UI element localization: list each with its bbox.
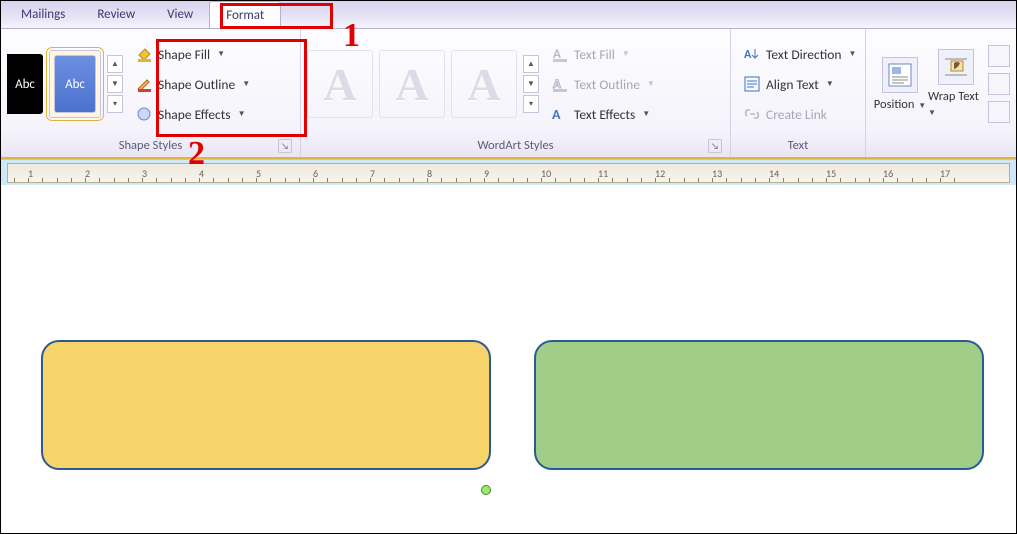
- text-effects-button[interactable]: A Text Effects ▼: [545, 101, 661, 127]
- shape-style-swatch-selected[interactable]: Abc: [49, 50, 101, 118]
- gallery-up-icon[interactable]: ▲: [107, 55, 123, 73]
- group-arrange: Position ▼ Wrap Text ▼: [866, 29, 1016, 157]
- position-icon: [882, 57, 918, 93]
- ruler-number: 11: [598, 167, 608, 180]
- tab-format[interactable]: Format: [209, 1, 281, 28]
- gallery-more-icon[interactable]: ▾: [107, 95, 123, 113]
- gallery-up-icon[interactable]: ▲: [523, 55, 539, 73]
- align-text-label: Align Text: [766, 76, 819, 93]
- wordart-swatch[interactable]: A: [451, 50, 517, 118]
- ruler-number: 14: [769, 167, 779, 180]
- ruler-number: 12: [655, 167, 665, 180]
- ruler-number: 17: [940, 167, 950, 180]
- chevron-down-icon: ▼: [217, 49, 225, 59]
- link-icon: [743, 105, 761, 123]
- shape-style-gallery[interactable]: Abc Abc ▲ ▼ ▾: [7, 50, 123, 118]
- pencil-icon: [135, 75, 153, 93]
- document-canvas[interactable]: [1, 185, 1016, 533]
- gallery-scroll: ▲ ▼ ▾: [523, 55, 539, 113]
- text-effects-label: Text Effects: [574, 106, 635, 123]
- wrap-text-button[interactable]: Wrap Text ▼: [928, 49, 984, 119]
- rotation-handle-icon[interactable]: [481, 485, 491, 495]
- text-outline-label: Text Outline: [574, 76, 640, 93]
- text-outline-button[interactable]: A Text Outline ▼: [545, 71, 661, 97]
- wrap-text-label: Wrap Text: [928, 89, 979, 104]
- chevron-down-icon: ▼: [238, 109, 246, 119]
- ribbon-tabbar: Mailings Review View Format: [1, 1, 1016, 29]
- shape-rounded-rect-green[interactable]: [534, 340, 984, 470]
- text-direction-icon: A: [743, 45, 761, 63]
- create-link-button[interactable]: Create Link: [737, 101, 862, 127]
- tab-mailings[interactable]: Mailings: [5, 1, 81, 28]
- gallery-more-icon[interactable]: ▾: [523, 95, 539, 113]
- group-shape-styles: Abc Abc ▲ ▼ ▾ Shape Fill ▼ Shape Outline: [1, 29, 301, 157]
- shape-outline-button[interactable]: Shape Outline ▼: [129, 71, 256, 97]
- shape-fill-label: Shape Fill: [158, 46, 210, 63]
- shape-effects-button[interactable]: Shape Effects ▼: [129, 101, 256, 127]
- ribbon: Abc Abc ▲ ▼ ▾ Shape Fill ▼ Shape Outline: [1, 29, 1016, 159]
- arrange-mini-buttons: [988, 45, 1010, 123]
- position-label: Position: [874, 97, 915, 112]
- ruler-number: 15: [826, 167, 836, 180]
- tab-review[interactable]: Review: [81, 1, 151, 28]
- ruler-number: 13: [712, 167, 722, 180]
- shape-rounded-rect-yellow[interactable]: [41, 340, 491, 470]
- chevron-down-icon: ▼: [848, 49, 856, 59]
- send-backward-button[interactable]: [988, 73, 1010, 95]
- group-text: A Text Direction ▼ Align Text ▼ Create L…: [731, 29, 866, 157]
- wordart-gallery[interactable]: A A A ▲ ▼ ▾: [307, 50, 539, 118]
- chevron-down-icon: ▼: [622, 49, 630, 59]
- align-text-icon: [743, 75, 761, 93]
- dialog-launcher-icon[interactable]: ↘: [278, 139, 292, 153]
- svg-text:A: A: [744, 48, 752, 62]
- svg-text:A: A: [552, 106, 561, 122]
- shape-effects-label: Shape Effects: [158, 106, 231, 123]
- group-title-text: Text: [788, 138, 809, 153]
- ruler-area: 1234567891011121314151617: [1, 159, 1016, 185]
- gallery-scroll: ▲ ▼ ▾: [107, 55, 123, 113]
- align-text-button[interactable]: Align Text ▼: [737, 71, 862, 97]
- wordart-swatch[interactable]: A: [307, 50, 373, 118]
- create-link-label: Create Link: [766, 106, 827, 123]
- chevron-down-icon: ▼: [242, 79, 250, 89]
- group-title-shape-styles: Shape Styles: [119, 138, 182, 153]
- bucket-icon: [135, 45, 153, 63]
- horizontal-ruler[interactable]: 1234567891011121314151617: [7, 163, 1010, 183]
- gallery-down-icon[interactable]: ▼: [107, 75, 123, 93]
- shape-style-swatch[interactable]: Abc: [7, 54, 43, 114]
- text-fill-icon: A: [551, 45, 569, 63]
- text-fill-label: Text Fill: [574, 46, 615, 63]
- selection-pane-button[interactable]: [988, 101, 1010, 123]
- dialog-launcher-icon[interactable]: ↘: [708, 139, 722, 153]
- tab-view[interactable]: View: [151, 1, 209, 28]
- text-direction-button[interactable]: A Text Direction ▼: [737, 41, 862, 67]
- chevron-down-icon: ▼: [642, 109, 650, 119]
- text-fill-button[interactable]: A Text Fill ▼: [545, 41, 661, 67]
- wrap-text-icon: [938, 49, 974, 85]
- ruler-number: 10: [541, 167, 551, 180]
- group-wordart-styles: A A A ▲ ▼ ▾ A Text Fill ▼ A Text Outline: [301, 29, 731, 157]
- text-effects-icon: A: [551, 105, 569, 123]
- chevron-down-icon: ▼: [916, 101, 926, 111]
- chevron-down-icon: ▼: [826, 79, 834, 89]
- ruler-number: 16: [883, 167, 893, 180]
- text-direction-label: Text Direction: [766, 46, 841, 63]
- gallery-down-icon[interactable]: ▼: [523, 75, 539, 93]
- position-button[interactable]: Position ▼: [872, 57, 928, 112]
- shape-outline-label: Shape Outline: [158, 76, 235, 93]
- effects-icon: [135, 105, 153, 123]
- chevron-down-icon: ▼: [647, 79, 655, 89]
- wordart-swatch[interactable]: A: [379, 50, 445, 118]
- text-outline-icon: A: [551, 75, 569, 93]
- shape-fill-button[interactable]: Shape Fill ▼: [129, 41, 256, 67]
- group-title-wordart: WordArt Styles: [477, 138, 553, 153]
- chevron-down-icon: ▼: [928, 108, 936, 118]
- bring-forward-button[interactable]: [988, 45, 1010, 67]
